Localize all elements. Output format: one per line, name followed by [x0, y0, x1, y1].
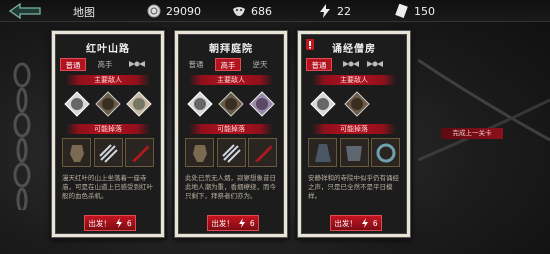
enemy-icon[interactable] [95, 91, 121, 117]
stage-title: 诵经僧房 [332, 44, 376, 55]
gauntlet-icon [192, 144, 207, 162]
chain-decoration [418, 58, 550, 162]
robe-icon [314, 143, 331, 162]
drop-item-blade[interactable] [248, 138, 277, 167]
enemies-header: 主要敌人 [189, 75, 273, 85]
enemies-header: 主要敌人 [312, 75, 396, 85]
stage-card-3[interactable]: 诵经僧房 普通 主要敌人 可能掉落 安静祥和的寺院中似乎仍有诵经之声，只是已全然… [297, 30, 411, 238]
coins-value: 29090 [166, 4, 201, 18]
drop-list [62, 138, 154, 168]
back-arrow-icon [8, 2, 41, 20]
enemy-list [187, 91, 275, 121]
drop-item-armor[interactable] [339, 138, 369, 167]
difficulty-locked [124, 58, 145, 71]
drop-item-claw[interactable] [216, 138, 246, 167]
lightning-icon [361, 218, 368, 228]
difficulty-expert[interactable]: 高手 [92, 58, 118, 71]
difficulty-locked [338, 58, 359, 71]
difficulty-expert[interactable]: 高手 [215, 57, 241, 71]
claw-icon [99, 143, 118, 163]
lightning-icon [238, 218, 245, 228]
chain-decoration [13, 62, 31, 210]
tickets-value: 150 [414, 4, 435, 18]
depart-button[interactable]: 出发！ 6 [207, 215, 259, 231]
page-title: 地图 [73, 6, 95, 19]
winged-lock-icon [343, 60, 359, 67]
enemy-icon[interactable] [218, 91, 244, 117]
back-button[interactable] [6, 2, 46, 20]
drop-list [185, 138, 277, 168]
stage-title: 红叶山路 [86, 44, 130, 55]
gauntlet-icon [69, 144, 84, 162]
energy-counter: 22 [318, 3, 351, 19]
stage-description: 此处已荒无人烟，寂寥想象昔日此地人潮为重，香烟缭绕，而今只剩下，拜祭者们亦为。 [185, 174, 276, 200]
drop-item-ring[interactable] [371, 138, 400, 167]
energy-cost: 6 [126, 218, 132, 228]
depart-label: 出发！ [211, 218, 234, 228]
enemy-icon[interactable] [187, 91, 213, 117]
difficulty-locked [362, 58, 383, 71]
enemy-list [64, 91, 152, 121]
difficulty-normal[interactable]: 普通 [183, 58, 209, 71]
top-bar: 地图 29090 686 22 150 [0, 0, 550, 22]
souls-counter: 686 [232, 3, 272, 19]
enemy-icon[interactable] [310, 91, 336, 117]
locked-stage-label: 完成上一关卡 [441, 128, 503, 139]
drops-header: 可能掉落 [312, 124, 396, 134]
energy-cost: 6 [249, 218, 255, 228]
lightning-icon [115, 218, 122, 228]
soul-mask-icon [233, 7, 245, 16]
difficulty-normal[interactable]: 普通 [60, 57, 86, 71]
difficulty-row: 普通 高手 [60, 57, 156, 71]
depart-label: 出发！ [88, 218, 111, 228]
ring-icon [376, 143, 395, 162]
drop-item-blade[interactable] [125, 138, 154, 167]
claw-icon [222, 143, 241, 163]
drop-item-gauntlet[interactable] [185, 138, 214, 167]
coin-icon [147, 4, 161, 18]
coins-counter: 29090 [147, 3, 201, 19]
red-blade-icon [254, 144, 272, 162]
enemy-icon[interactable] [126, 91, 152, 117]
drops-header: 可能掉落 [66, 124, 150, 134]
difficulty-normal[interactable]: 普通 [306, 57, 332, 71]
energy-value: 22 [337, 4, 351, 18]
drops-header: 可能掉落 [189, 124, 273, 134]
enemy-list [310, 91, 398, 121]
armor-icon [346, 145, 362, 161]
enemy-icon[interactable] [64, 91, 90, 117]
depart-label: 出发！ [334, 218, 357, 228]
stage-description: 漫天红叶的山上坐落着一座寺庙，可是在山道上已感受到红叶般的血色杀机。 [62, 174, 153, 200]
stage-card-2[interactable]: 朝拜庭院 普通 高手 逆天 主要敌人 可能掉落 此处已荒无人烟，寂寥想象昔日此地… [174, 30, 288, 238]
souls-value: 686 [251, 4, 272, 18]
ticket-icon [395, 4, 408, 18]
red-blade-icon [131, 144, 149, 162]
depart-button[interactable]: 出发！ 6 [330, 215, 382, 231]
drop-item-claw[interactable] [93, 138, 123, 167]
stage-card-1[interactable]: 红叶山路 普通 高手 主要敌人 可能掉落 漫天红叶的山上坐落着一座寺庙，可是在山… [51, 30, 165, 238]
stage-title: 朝拜庭院 [209, 44, 253, 55]
enemy-icon[interactable] [249, 91, 275, 117]
energy-cost: 6 [372, 218, 378, 228]
winged-lock-icon [129, 60, 145, 67]
drop-list [308, 138, 400, 168]
winged-lock-icon [367, 60, 383, 67]
difficulty-row: 普通 [306, 57, 402, 71]
drop-item-gauntlet[interactable] [62, 138, 91, 167]
difficulty-legend[interactable]: 逆天 [247, 58, 273, 71]
stage-description: 安静祥和的寺院中似乎仍有诵经之声，只是已全然不是平日模样。 [308, 174, 399, 200]
enemies-header: 主要敌人 [66, 75, 150, 85]
depart-button[interactable]: 出发！ 6 [84, 215, 136, 231]
lightning-icon [320, 4, 330, 18]
tickets-counter: 150 [395, 3, 435, 19]
drop-item-robe[interactable] [308, 138, 337, 167]
difficulty-row: 普通 高手 逆天 [183, 57, 279, 71]
enemy-icon[interactable] [344, 91, 370, 117]
